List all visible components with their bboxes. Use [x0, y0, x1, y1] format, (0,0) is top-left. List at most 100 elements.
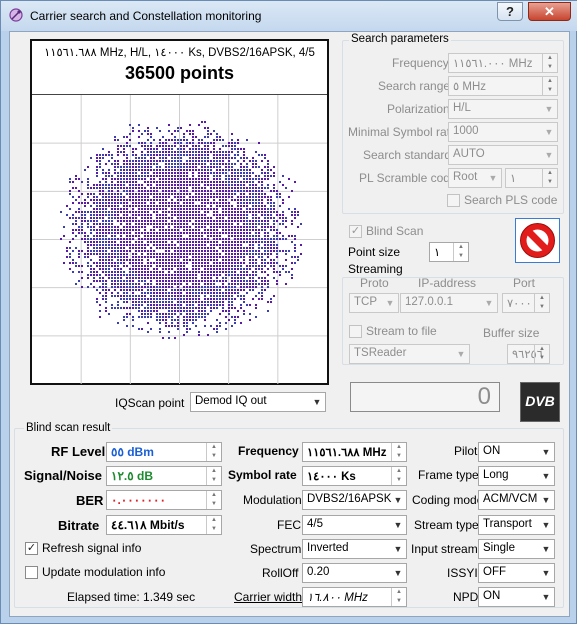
constellation-point [69, 241, 71, 243]
constellation-point [168, 163, 170, 165]
constellation-point [168, 235, 170, 237]
symbol-rate-spinner[interactable]: ▲ ▼ [391, 467, 406, 485]
constellation-point [207, 166, 209, 168]
help-button[interactable]: ? [497, 2, 523, 21]
frequency-input[interactable]: ١١٥٦١.٠٠٠ MHz ▲ ▼ [448, 53, 558, 73]
constellation-point [87, 226, 89, 228]
constellation-point [120, 184, 122, 186]
constellation-point [111, 259, 113, 261]
min-symbol-rate-select[interactable]: 1000 ▼ [448, 122, 558, 142]
search-range-spinner[interactable]: ▲ ▼ [542, 77, 557, 95]
constellation-point [189, 319, 191, 321]
constellation-point [174, 313, 176, 315]
constellation-point [111, 307, 113, 309]
coding-mode-select[interactable]: ACM/VCM ▼ [478, 490, 555, 510]
constellation-point [183, 154, 185, 156]
stop-button[interactable] [515, 218, 560, 263]
constellation-point [135, 214, 137, 216]
search-pls-checkbox[interactable] [447, 194, 460, 207]
pl-scramble-mode-select[interactable]: Root ▼ [448, 168, 502, 188]
constellation-point [219, 238, 221, 240]
constellation-point [231, 133, 233, 135]
carrier-width-label[interactable]: Carrier width [234, 590, 302, 604]
port-spinner[interactable]: ▲ ▼ [534, 294, 549, 312]
close-button[interactable]: ✕ [528, 2, 571, 21]
constellation-point [81, 277, 83, 279]
npd-select[interactable]: ON ▼ [478, 587, 555, 607]
constellation-point [147, 175, 149, 177]
constellation-point [132, 286, 134, 288]
blind-scan-checkbox[interactable]: ✓ [349, 225, 362, 238]
constellation-point [183, 289, 185, 291]
constellation-point [216, 298, 218, 300]
carrier-width-spinner[interactable]: ▲ ▼ [391, 588, 406, 606]
stream-to-file-checkbox[interactable] [349, 325, 362, 338]
spectrum-select[interactable]: Inverted ▼ [302, 539, 407, 559]
constellation-point [186, 172, 188, 174]
iq-scan-select[interactable]: Demod IQ out ▼ [190, 392, 326, 412]
pl-scramble-code-input[interactable]: ١ ▲ ▼ [505, 168, 558, 188]
constellation-point [144, 163, 146, 165]
refresh-signal-checkbox[interactable]: ✓ [25, 542, 38, 555]
fec-select[interactable]: 4/5 ▼ [302, 515, 407, 535]
title-bar[interactable]: Carrier search and Constellation monitor… [1, 1, 577, 31]
ber-spinner[interactable]: ▲ ▼ [206, 491, 221, 509]
signal-noise-spinner[interactable]: ▲ ▼ [206, 467, 221, 485]
constellation-point [240, 187, 242, 189]
constellation-point [138, 130, 140, 132]
stream-type-select[interactable]: Transport ▼ [478, 515, 555, 535]
ts-reader-select[interactable]: TSReader ▼ [349, 344, 470, 364]
point-size-input[interactable]: ١ ▲ ▼ [429, 242, 469, 262]
ip-address-select[interactable]: 127.0.0.1 ▼ [400, 293, 498, 313]
constellation-point [177, 259, 179, 261]
port-input[interactable]: ٧٠٠٠ ▲ ▼ [502, 293, 550, 313]
constellation-point [246, 181, 248, 183]
chevron-down-icon: ▼ [544, 104, 554, 114]
constellation-point [126, 232, 128, 234]
constellation-point [102, 259, 104, 261]
bitrate-spinner[interactable]: ▲ ▼ [206, 516, 221, 534]
constellation-point [222, 157, 224, 159]
constellation-point [228, 181, 230, 183]
constellation-point [228, 271, 230, 273]
constellation-point [180, 139, 182, 141]
issyi-select[interactable]: OFF ▼ [478, 563, 555, 583]
constellation-point [192, 136, 194, 138]
modulation-select[interactable]: DVBS2/16APSK ▼ [302, 490, 407, 510]
constellation-point [219, 274, 221, 276]
constellation-point [156, 175, 158, 177]
constellation-point [135, 268, 137, 270]
constellation-point [174, 337, 176, 339]
constellation-point [192, 235, 194, 237]
constellation-point [144, 130, 146, 132]
constellation-point [192, 148, 194, 150]
frame-type-select[interactable]: Long ▼ [478, 466, 555, 486]
constellation-point [189, 181, 191, 183]
chevron-down-icon: ▼ [393, 520, 403, 530]
rolloff-select[interactable]: 0.20 ▼ [302, 563, 407, 583]
rf-level-spinner[interactable]: ▲ ▼ [206, 443, 221, 461]
constellation-point [213, 220, 215, 222]
constellation-point [123, 298, 125, 300]
constellation-point [243, 235, 245, 237]
buffer-size-input[interactable]: ٩٦٢٥٦ ▲ ▼ [507, 344, 550, 364]
buffer-size-spinner[interactable]: ▲ ▼ [534, 345, 549, 363]
pl-code-spinner[interactable]: ▲ ▼ [542, 169, 557, 187]
pilot-select[interactable]: ON ▼ [478, 442, 555, 462]
polarization-select[interactable]: H/L ▼ [448, 99, 558, 119]
proto-select[interactable]: TCP ▼ [349, 293, 399, 313]
point-size-spinner[interactable]: ▲ ▼ [453, 243, 468, 261]
constellation-point [141, 214, 143, 216]
input-stream-select[interactable]: Single ▼ [478, 539, 555, 559]
constellation-point [192, 295, 194, 297]
frequency-result-spinner[interactable]: ▲ ▼ [391, 443, 406, 461]
update-modulation-checkbox[interactable] [25, 566, 38, 579]
search-standard-select[interactable]: AUTO ▼ [448, 145, 558, 165]
frequency-spinner[interactable]: ▲ ▼ [542, 54, 557, 72]
constellation-point [123, 289, 125, 291]
constellation-point [216, 181, 218, 183]
constellation-point [183, 193, 185, 195]
constellation-point [195, 325, 197, 327]
search-range-input[interactable]: ٥ MHz ▲ ▼ [448, 76, 558, 96]
constellation-point [168, 331, 170, 333]
